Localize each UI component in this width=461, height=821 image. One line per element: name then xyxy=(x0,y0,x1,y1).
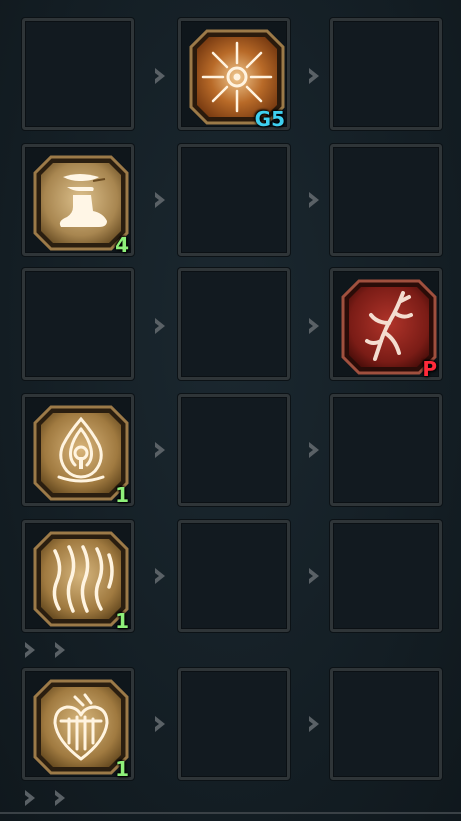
rank-badge: 1 xyxy=(115,483,129,507)
rank-badge: 1 xyxy=(115,609,129,633)
rank-badge: 4 xyxy=(115,233,129,257)
chevron-right-icon xyxy=(152,316,168,336)
skill-slot-r4c2[interactable] xyxy=(330,520,442,632)
skill-slot-r5c2[interactable] xyxy=(330,668,442,780)
chevron-right-icon xyxy=(306,190,322,210)
skill-slot-r4c1[interactable] xyxy=(178,520,290,632)
rank-badge: 1 xyxy=(115,757,129,781)
skill-slot-r3c0[interactable]: 1 xyxy=(22,394,134,507)
skill-slot-r2c1[interactable] xyxy=(178,268,290,380)
divider xyxy=(0,812,461,814)
double-chevron-right-icon xyxy=(22,788,66,808)
skill-slot-r1c0[interactable]: 4 xyxy=(22,144,134,257)
chevron-right-icon xyxy=(152,566,168,586)
chevron-right-icon xyxy=(152,714,168,734)
skill-slot-r5c0[interactable]: 1 xyxy=(22,668,134,781)
skill-slot-r0c2[interactable] xyxy=(330,18,442,130)
skill-slot-r0c0[interactable] xyxy=(22,18,134,130)
chevron-right-icon xyxy=(152,190,168,210)
passive-badge: P xyxy=(422,357,437,381)
chevron-right-icon xyxy=(306,66,322,86)
skill-slot-r5c1[interactable] xyxy=(178,668,290,780)
chevron-right-icon xyxy=(306,316,322,336)
skill-slot-r2c2[interactable]: P xyxy=(330,268,442,381)
chevron-right-icon xyxy=(306,440,322,460)
chevron-right-icon xyxy=(152,440,168,460)
skill-slot-r1c2[interactable] xyxy=(330,144,442,256)
grade-badge: G5 xyxy=(254,107,285,131)
chevron-right-icon xyxy=(152,66,168,86)
skill-slot-r1c1[interactable] xyxy=(178,144,290,256)
skill-slot-r4c0[interactable]: 1 xyxy=(22,520,134,633)
skill-slot-r2c0[interactable] xyxy=(22,268,134,380)
double-chevron-right-icon xyxy=(22,640,66,660)
chevron-right-icon xyxy=(306,566,322,586)
skill-tree-panel: G5 4 P 1 1 1 xyxy=(0,0,461,821)
skill-slot-r3c2[interactable] xyxy=(330,394,442,506)
skill-slot-r3c1[interactable] xyxy=(178,394,290,506)
skill-slot-r0c1[interactable]: G5 xyxy=(178,18,290,131)
chevron-right-icon xyxy=(306,714,322,734)
